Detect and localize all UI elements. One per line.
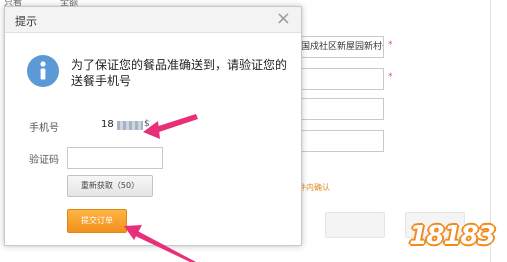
verification-dialog: 提示 × 为了保证您的餐品准确送到，请验证您的送餐手机号 手机号 18 $ 验证… [4, 6, 302, 246]
confirm-hint: 件内确认 [298, 183, 330, 192]
info-icon [27, 55, 59, 87]
phone-number-redaction [117, 121, 143, 130]
phone-number-suffix: $ [144, 119, 150, 129]
close-icon[interactable]: × [276, 9, 291, 29]
code-label: 验证码 [29, 155, 59, 166]
background-field[interactable] [298, 98, 384, 120]
watermark-logo: 18183 [400, 216, 504, 258]
verification-code-input[interactable] [67, 147, 163, 169]
phone-label: 手机号 [29, 123, 59, 134]
address-field[interactable]: 国戍社区新屋园新村一 [298, 36, 384, 58]
dialog-header: 提示 × [5, 7, 301, 33]
phone-number: 18 [101, 119, 114, 130]
required-mark: * [388, 40, 393, 50]
resend-code-button[interactable]: 重新获取（50） [67, 175, 153, 197]
required-mark: * [388, 72, 393, 82]
watermark-text: 18183 [409, 221, 495, 251]
dialog-message: 为了保证您的餐品准确送到，请验证您的送餐手机号 [71, 58, 288, 88]
background-field[interactable] [298, 130, 384, 152]
submit-order-button[interactable]: 提交订单 [67, 209, 127, 233]
background-button[interactable] [325, 212, 385, 238]
background-field[interactable] [298, 68, 384, 90]
dialog-title: 提示 [15, 15, 37, 28]
